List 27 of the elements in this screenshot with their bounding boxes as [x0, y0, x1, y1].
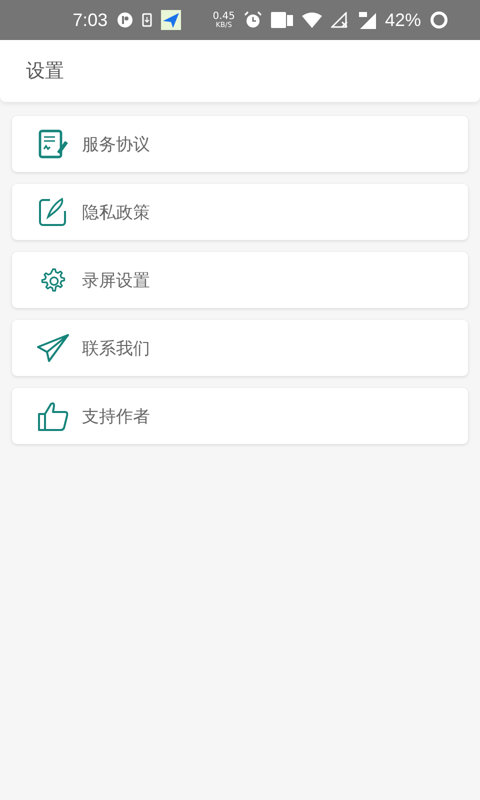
- signal-4g-icon: [358, 11, 376, 29]
- paper-plane-icon: [37, 333, 69, 363]
- settings-item[interactable]: 服务协议: [12, 116, 468, 172]
- settings-item[interactable]: 联系我们: [12, 320, 468, 376]
- phone-download-icon: [142, 13, 152, 27]
- battery-ring-icon: [430, 11, 448, 29]
- page-title: 设置: [26, 59, 64, 84]
- settings-item[interactable]: 支持作者: [12, 388, 468, 444]
- item-label: 隐私政策: [82, 202, 150, 224]
- item-label: 支持作者: [82, 406, 150, 428]
- note-edit-icon: [38, 197, 68, 227]
- app-arrow-icon: [160, 10, 181, 30]
- clock-time: 7:03: [72, 10, 108, 30]
- item-label: 录屏设置: [82, 270, 150, 292]
- settings-icon: [40, 267, 66, 293]
- net-speed: 0.45: [212, 12, 235, 22]
- document-pen-icon: [38, 129, 68, 159]
- battery-percent: 42%: [384, 10, 421, 30]
- thumbs-up-icon: [37, 400, 69, 432]
- no-signal-icon: [330, 12, 349, 28]
- settings-item[interactable]: 隐私政策: [12, 184, 468, 240]
- alarm-icon: [244, 11, 262, 29]
- app-circle-icon: [116, 12, 133, 28]
- item-label: 服务协议: [82, 134, 150, 156]
- item-label: 联系我们: [82, 338, 150, 360]
- wifi-icon: [302, 12, 322, 28]
- settings-item[interactable]: 录屏设置: [12, 252, 468, 308]
